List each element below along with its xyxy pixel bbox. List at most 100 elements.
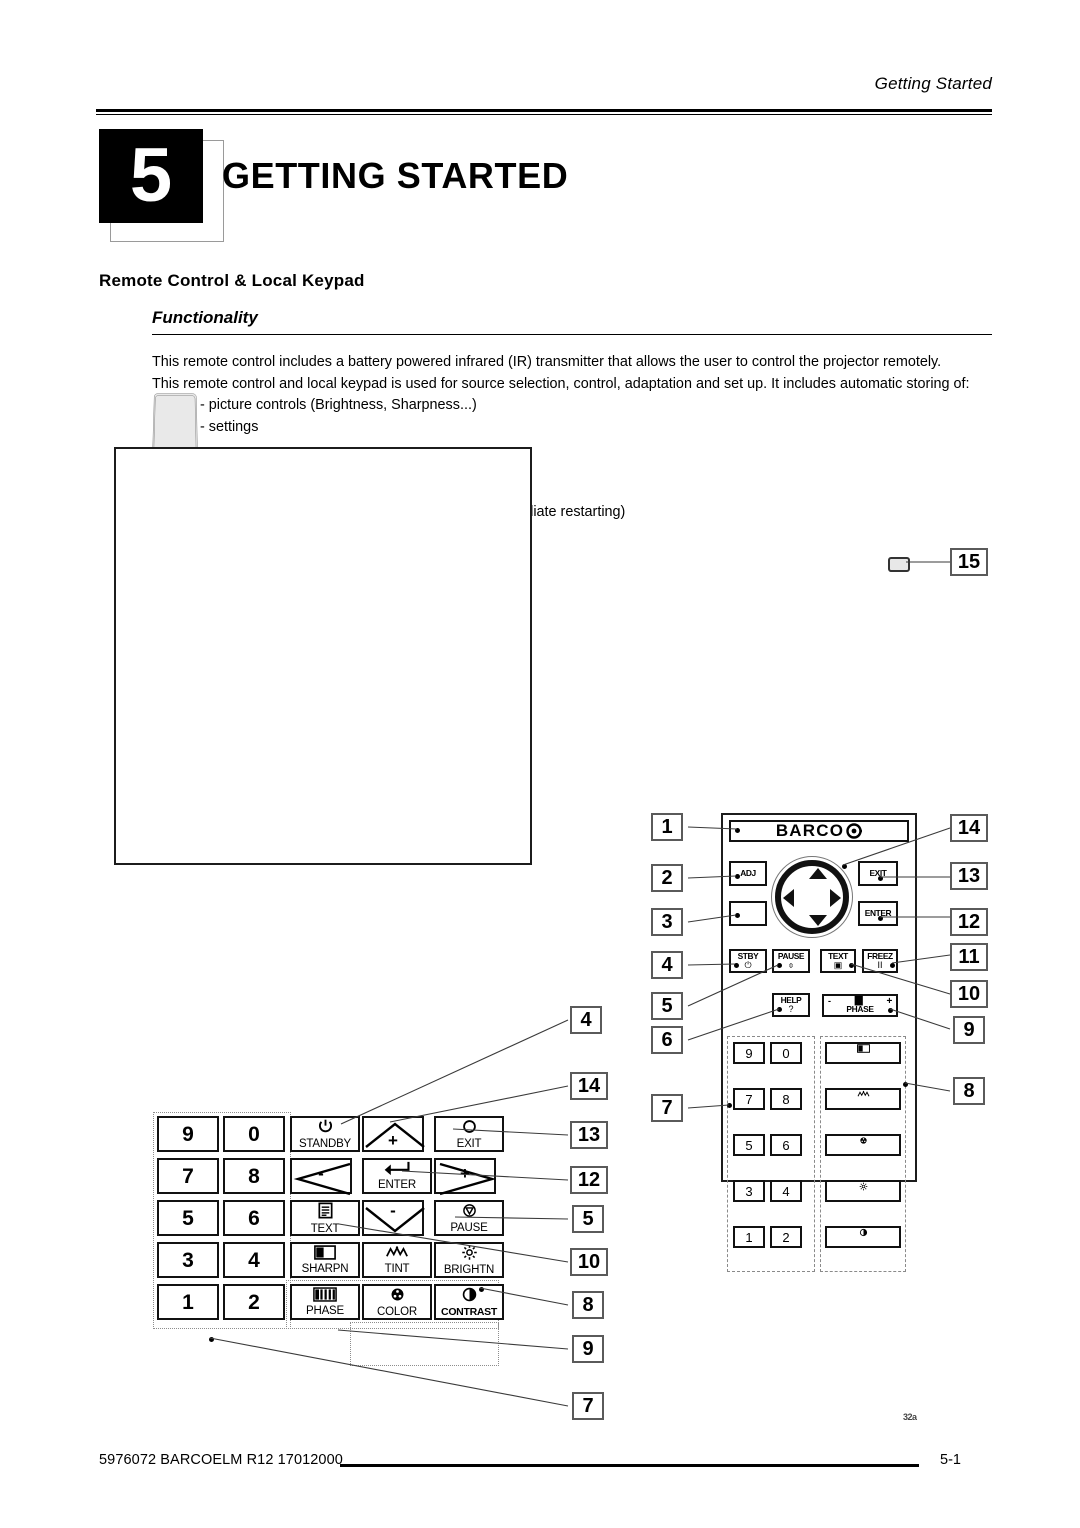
remote-contrast-button[interactable]: [825, 1226, 901, 1248]
remote-color-button[interactable]: [825, 1134, 901, 1156]
local-keypad-grid: 9 0 7 8 5 6 3 4 1 2 STANDBY + EXIT - ENTER + TEXT - PAUSE S…: [153, 1112, 504, 1366]
keypad-key-right[interactable]: +: [434, 1158, 497, 1196]
remote-sharpness-button[interactable]: [825, 1042, 901, 1064]
keypad-key-contrast[interactable]: CONTRAST: [434, 1284, 504, 1320]
callout-remote-3: 3: [651, 908, 683, 936]
remote-freeze-button[interactable]: FREEZ II: [862, 949, 898, 973]
keypad-key-down-sign: -: [390, 1201, 396, 1220]
remote-exit-button[interactable]: EXIT: [858, 861, 898, 886]
keypad-key-pause[interactable]: PAUSE: [434, 1200, 504, 1236]
keypad-key-9[interactable]: 9: [157, 1116, 219, 1152]
remote-key-6[interactable]: 6: [770, 1134, 802, 1156]
remote-help-button[interactable]: HELP ?: [772, 993, 810, 1017]
remote-key-9[interactable]: 9: [733, 1042, 765, 1064]
keypad-key-tint[interactable]: TINT: [362, 1242, 432, 1278]
remote-tint-button[interactable]: [825, 1088, 901, 1110]
keypad-button-label: PAUSE: [450, 1222, 488, 1234]
keypad-button-label: STANDBY: [298, 1138, 352, 1150]
remote-brightness-button[interactable]: [825, 1180, 901, 1202]
remote-key-2[interactable]: 2: [770, 1226, 802, 1248]
remote-phase-button[interactable]: - █▌ + PHASE: [822, 994, 898, 1017]
keypad-key-down[interactable]: -: [362, 1200, 425, 1236]
dpad-down-icon[interactable]: [809, 915, 827, 926]
callout-keypad-13: 13: [570, 1121, 608, 1149]
dpad-callout-dot: [842, 864, 847, 869]
keypad-key-text[interactable]: TEXT: [290, 1200, 360, 1236]
sharpness-icon: [314, 1245, 336, 1263]
dpad-control[interactable]: [775, 860, 849, 934]
remote-key-label: 2: [782, 1229, 790, 1245]
remote-numeric-keypad: 9 0 7 8 5 6 3 4 1 2: [733, 1042, 813, 1268]
callout-remote-7: 7: [651, 1094, 683, 1122]
running-head: Getting Started: [874, 74, 992, 93]
keypad-key-sharpn[interactable]: SHARPN: [290, 1242, 360, 1278]
remote-enter-button[interactable]: ENTER: [858, 901, 898, 926]
remote-brand-led-dot: [735, 828, 740, 833]
keypad-key-3[interactable]: 3: [157, 1242, 219, 1278]
section-heading: Remote Control & Local Keypad: [99, 271, 365, 290]
text-page-icon: ▣: [833, 960, 843, 970]
keypad-key-8[interactable]: 8: [223, 1158, 285, 1194]
remote-brand-button[interactable]: BARCO: [729, 820, 909, 842]
keypad-key-left[interactable]: -: [290, 1158, 352, 1196]
remote-key-7[interactable]: 7: [733, 1088, 765, 1110]
chapter-number-badge: 5: [99, 129, 203, 223]
keypad-key-phase[interactable]: PHASE: [290, 1284, 360, 1320]
remote-phase-dot: [888, 1008, 893, 1013]
callout-keypad-14: 14: [570, 1072, 608, 1100]
keypad-button-label: PHASE: [306, 1305, 344, 1317]
remote-key-0[interactable]: 0: [770, 1042, 802, 1064]
remote-key-label: 5: [745, 1137, 753, 1153]
freeze-pause-icon: II: [877, 960, 883, 970]
callout-remote-15: 15: [950, 548, 988, 576]
remote-key-4[interactable]: 4: [770, 1180, 802, 1202]
callout-keypad-7: 7: [572, 1392, 604, 1420]
remote-pause-button[interactable]: PAUSE ⌽: [772, 949, 810, 973]
keypad-key-brightn[interactable]: BRIGHTN: [434, 1242, 504, 1278]
keypad-key-enter[interactable]: ENTER: [362, 1158, 432, 1194]
keypad-key-color[interactable]: COLOR: [362, 1284, 432, 1320]
remote-key-5[interactable]: 5: [733, 1134, 765, 1156]
remote-key-3[interactable]: 3: [733, 1180, 765, 1202]
remote-text-button[interactable]: TEXT ▣: [820, 949, 856, 973]
keypad-button-label: CONTRAST: [441, 1306, 497, 1318]
callout-remote-1: 1: [651, 813, 683, 841]
keypad-key-2[interactable]: 2: [223, 1284, 285, 1320]
footer-rule: [340, 1464, 919, 1467]
local-keypad-panel: [114, 447, 532, 865]
keypad-key-label: 1: [182, 1290, 194, 1314]
ir-transmitter-window: [888, 557, 910, 572]
contrast-half-circle-icon: [827, 1228, 899, 1239]
callout-remote-9: 9: [953, 1016, 985, 1044]
keypad-key-label: 5: [182, 1206, 194, 1230]
dpad-left-icon[interactable]: [783, 889, 794, 907]
dpad-right-icon[interactable]: [830, 889, 841, 907]
keypad-key-up[interactable]: +: [362, 1116, 425, 1152]
remote-text-dot: [849, 963, 854, 968]
callout-remote-13: 13: [950, 862, 988, 890]
remote-adj-label: ADJ: [740, 868, 756, 878]
remote-key-label: 9: [745, 1045, 753, 1061]
callout-remote-10: 10: [950, 980, 988, 1008]
keypad-key-5[interactable]: 5: [157, 1200, 219, 1236]
remote-key-1[interactable]: 1: [733, 1226, 765, 1248]
callout-remote-4: 4: [651, 951, 683, 979]
keypad-key-0[interactable]: 0: [223, 1116, 285, 1152]
keypad-key-standby[interactable]: STANDBY: [290, 1116, 360, 1152]
dpad-up-icon[interactable]: [809, 868, 827, 879]
remote-freeze-dot: [890, 963, 895, 968]
keypad-key-6[interactable]: 6: [223, 1200, 285, 1236]
remote-standby-button[interactable]: STBY ⏻: [729, 949, 767, 973]
body-paragraph-1: This remote control includes a battery p…: [152, 354, 942, 370]
keypad-key-7[interactable]: 7: [157, 1158, 219, 1194]
keypad-button-label: BRIGHTN: [443, 1264, 495, 1276]
remote-adj-button[interactable]: ADJ: [729, 861, 767, 886]
callout-remote-12: 12: [950, 908, 988, 936]
remote-key-label: 6: [782, 1137, 790, 1153]
keypad-key-1[interactable]: 1: [157, 1284, 219, 1320]
remote-key-8[interactable]: 8: [770, 1088, 802, 1110]
header-rule-secondary: [96, 114, 992, 115]
keypad-key-4[interactable]: 4: [223, 1242, 285, 1278]
enter-arrow-icon: [382, 1161, 412, 1179]
keypad-key-exit[interactable]: EXIT: [434, 1116, 504, 1152]
